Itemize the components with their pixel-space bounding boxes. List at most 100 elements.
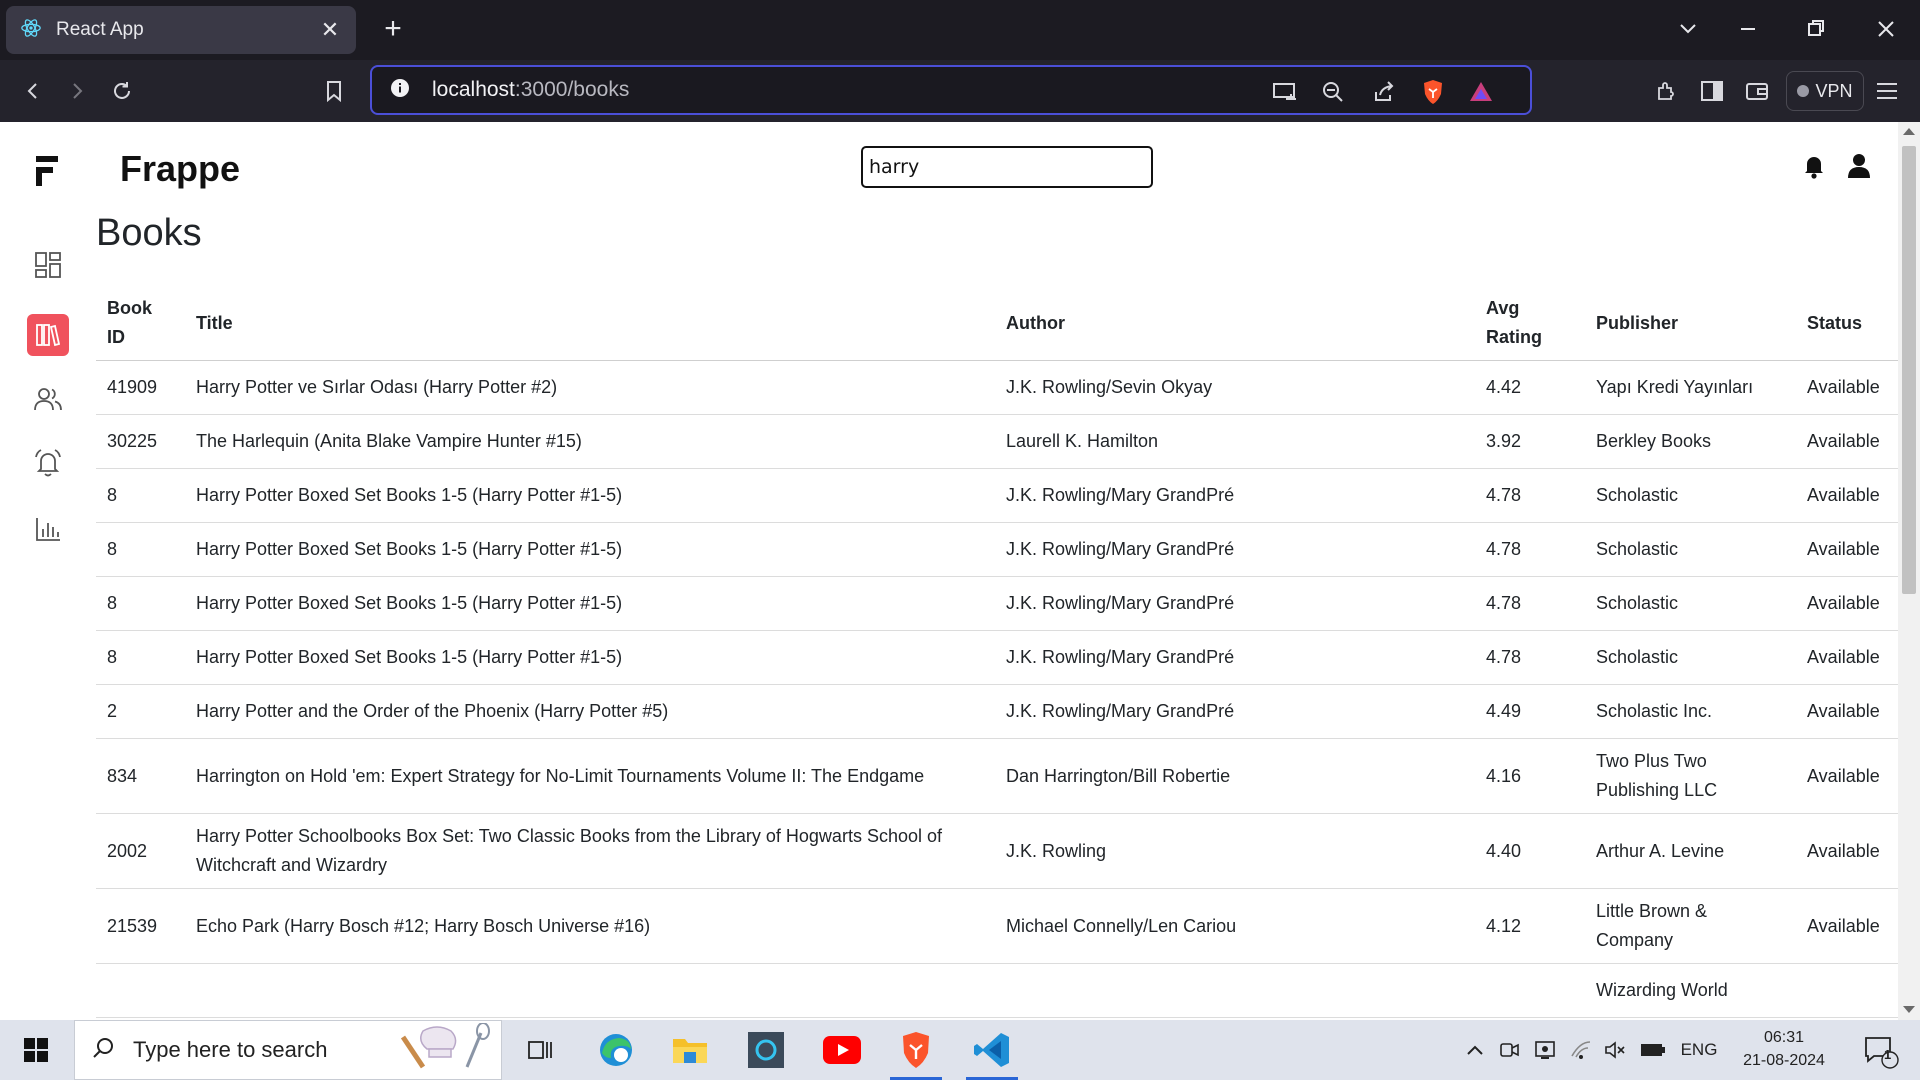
cell-publisher: Scholastic — [1585, 522, 1796, 577]
table-row[interactable]: 834 Harrington on Hold 'em: Expert Strate… — [96, 738, 1898, 814]
browser-tab[interactable]: React App ✕ — [6, 6, 356, 54]
tray-overflow-chevron-icon[interactable] — [1460, 1020, 1490, 1080]
taskbar-search-placeholder: Type here to search — [133, 1037, 328, 1062]
security-tray-icon[interactable] — [1530, 1020, 1560, 1080]
new-tab-button[interactable]: + — [376, 12, 410, 46]
scrollbar-thumb[interactable] — [1902, 146, 1916, 594]
scroll-up-arrow-icon[interactable] — [1903, 128, 1915, 135]
file-explorer-icon[interactable] — [654, 1020, 726, 1080]
reports-icon[interactable] — [27, 508, 69, 550]
cell-publisher: Arthur A. Levine — [1585, 813, 1796, 889]
task-view-icon[interactable] — [504, 1020, 576, 1080]
table-row[interactable]: 8 Harry Potter Boxed Set Books 1-5 (Harry… — [96, 468, 1898, 523]
notifications-icon[interactable] — [27, 442, 69, 484]
battery-icon[interactable] — [1636, 1020, 1670, 1080]
cell-rating: 4.78 — [1475, 522, 1585, 577]
language-indicator[interactable]: ENG — [1674, 1020, 1724, 1080]
cell-publisher: Scholastic — [1585, 576, 1796, 631]
cell-title: Harry Potter Boxed Set Books 1-5 (Harry … — [185, 468, 995, 523]
vscode-app-icon[interactable] — [956, 1020, 1028, 1080]
brave-rewards-icon[interactable] — [1466, 79, 1496, 105]
cell-id: 41909 — [96, 360, 185, 415]
table-row[interactable]: 8 Harry Potter Boxed Set Books 1-5 (Harry… — [96, 630, 1898, 685]
cell-status: Available — [1796, 468, 1898, 523]
page-scrollbar[interactable] — [1898, 122, 1920, 1020]
cell-author: J.K. Rowling — [995, 813, 1475, 889]
cell-title: Echo Park (Harry Bosch #12; Harry Bosch … — [185, 888, 995, 964]
react-favicon-icon — [20, 17, 42, 44]
brand-name: Frappe — [120, 148, 241, 189]
user-profile-icon[interactable] — [1845, 152, 1873, 180]
youtube-app-icon[interactable] — [806, 1020, 878, 1080]
taskbar-clock[interactable]: 06:31 21-08-2024 — [1736, 1026, 1832, 1072]
back-icon[interactable] — [16, 74, 50, 108]
table-header-row: Book ID Title Author Avg Rating Publisher … — [96, 286, 1898, 361]
reload-icon[interactable] — [105, 74, 139, 108]
cell-id: 2 — [96, 684, 185, 739]
dashboard-icon[interactable] — [27, 244, 69, 286]
cell-id: 834 — [96, 738, 185, 814]
tab-list-chevron-icon[interactable] — [1670, 12, 1706, 46]
site-info-icon[interactable] — [390, 78, 410, 103]
table-row[interactable]: 2002 Harry Potter Schoolbooks Box Set: Tw… — [96, 813, 1898, 889]
windows-start-icon[interactable] — [14, 1034, 58, 1066]
table-row[interactable]: 2 Harry Potter and the Order of the Phoen… — [96, 684, 1898, 739]
books-icon[interactable] — [27, 314, 69, 356]
volume-muted-icon[interactable] — [1600, 1020, 1630, 1080]
table-row[interactable]: 30225 The Harlequin (Anita Blake Vampire … — [96, 414, 1898, 469]
column-header-publisher: Publisher — [1585, 286, 1796, 361]
users-icon[interactable] — [27, 378, 69, 420]
column-header-author: Author — [995, 286, 1475, 361]
cell-title: Harry Potter ve Sırlar Odası (Harry Pott… — [185, 360, 995, 415]
minimize-window-button[interactable] — [1730, 12, 1766, 46]
zoom-out-icon[interactable] — [1318, 79, 1348, 105]
clock-time: 06:31 — [1763, 1029, 1805, 1046]
menu-icon[interactable] — [1870, 74, 1904, 108]
wifi-icon[interactable] — [1566, 1020, 1596, 1080]
cell-author: J.K. Rowling/Sevin Okyay — [995, 360, 1475, 415]
frappe-logo-icon[interactable] — [36, 156, 58, 186]
search-icon — [91, 1036, 115, 1065]
cell-rating: 4.78 — [1475, 630, 1585, 685]
cell-publisher: Scholastic — [1585, 630, 1796, 685]
cell-status: Available — [1796, 414, 1898, 469]
brave-browser-taskbar-icon[interactable] — [880, 1020, 952, 1080]
cortana-app-icon[interactable] — [730, 1020, 802, 1080]
table-row[interactable]: 41909 Harry Potter ve Sırlar Odası (Harry… — [96, 360, 1898, 415]
side-navigation — [0, 122, 96, 1020]
forward-icon[interactable] — [60, 74, 94, 108]
vpn-button[interactable]: VPN — [1786, 71, 1864, 111]
cell-author: J.K. Rowling/Mary GrandPré — [995, 522, 1475, 577]
table-row[interactable]: Wizarding World — [96, 963, 1898, 1018]
table-row[interactable]: 21539 Echo Park (Harry Bosch #12; Harry B… — [96, 888, 1898, 964]
extensions-icon[interactable] — [1650, 74, 1684, 108]
bell-icon[interactable] — [1800, 152, 1828, 180]
table-row[interactable]: 8 Harry Potter Boxed Set Books 1-5 (Harry… — [96, 522, 1898, 577]
cell-status — [1796, 963, 1898, 1018]
taskbar-search-box[interactable]: Type here to search — [74, 1020, 502, 1080]
cell-publisher: Scholastic Inc. — [1585, 684, 1796, 739]
cell-status: Available — [1796, 360, 1898, 415]
table-row[interactable]: 8 Harry Potter Boxed Set Books 1-5 (Harry… — [96, 576, 1898, 631]
cell-author: J.K. Rowling/Mary GrandPré — [995, 684, 1475, 739]
cell-rating: 4.12 — [1475, 888, 1585, 964]
close-window-button[interactable] — [1868, 12, 1904, 46]
cell-id: 8 — [96, 522, 185, 577]
edge-browser-icon[interactable] — [580, 1020, 652, 1080]
address-bar[interactable]: localhost:3000/books — [370, 65, 1532, 115]
cast-install-icon[interactable] — [1270, 79, 1300, 105]
cell-status: Available — [1796, 684, 1898, 739]
search-input[interactable] — [861, 146, 1153, 188]
meet-now-icon[interactable] — [1494, 1020, 1524, 1080]
notification-center-icon[interactable]: 1 — [1852, 1020, 1908, 1080]
tab-close-icon[interactable]: ✕ — [318, 17, 342, 43]
bookmark-icon[interactable] — [317, 74, 351, 108]
sidebar-toggle-icon[interactable] — [1695, 74, 1729, 108]
cell-status: Available — [1796, 738, 1898, 814]
scroll-down-arrow-icon[interactable] — [1903, 1006, 1915, 1013]
brave-shields-icon[interactable] — [1418, 79, 1448, 105]
restore-window-button[interactable] — [1798, 12, 1834, 46]
wallet-icon[interactable] — [1740, 74, 1774, 108]
share-icon[interactable] — [1369, 79, 1399, 105]
column-header-title: Title — [185, 286, 995, 361]
